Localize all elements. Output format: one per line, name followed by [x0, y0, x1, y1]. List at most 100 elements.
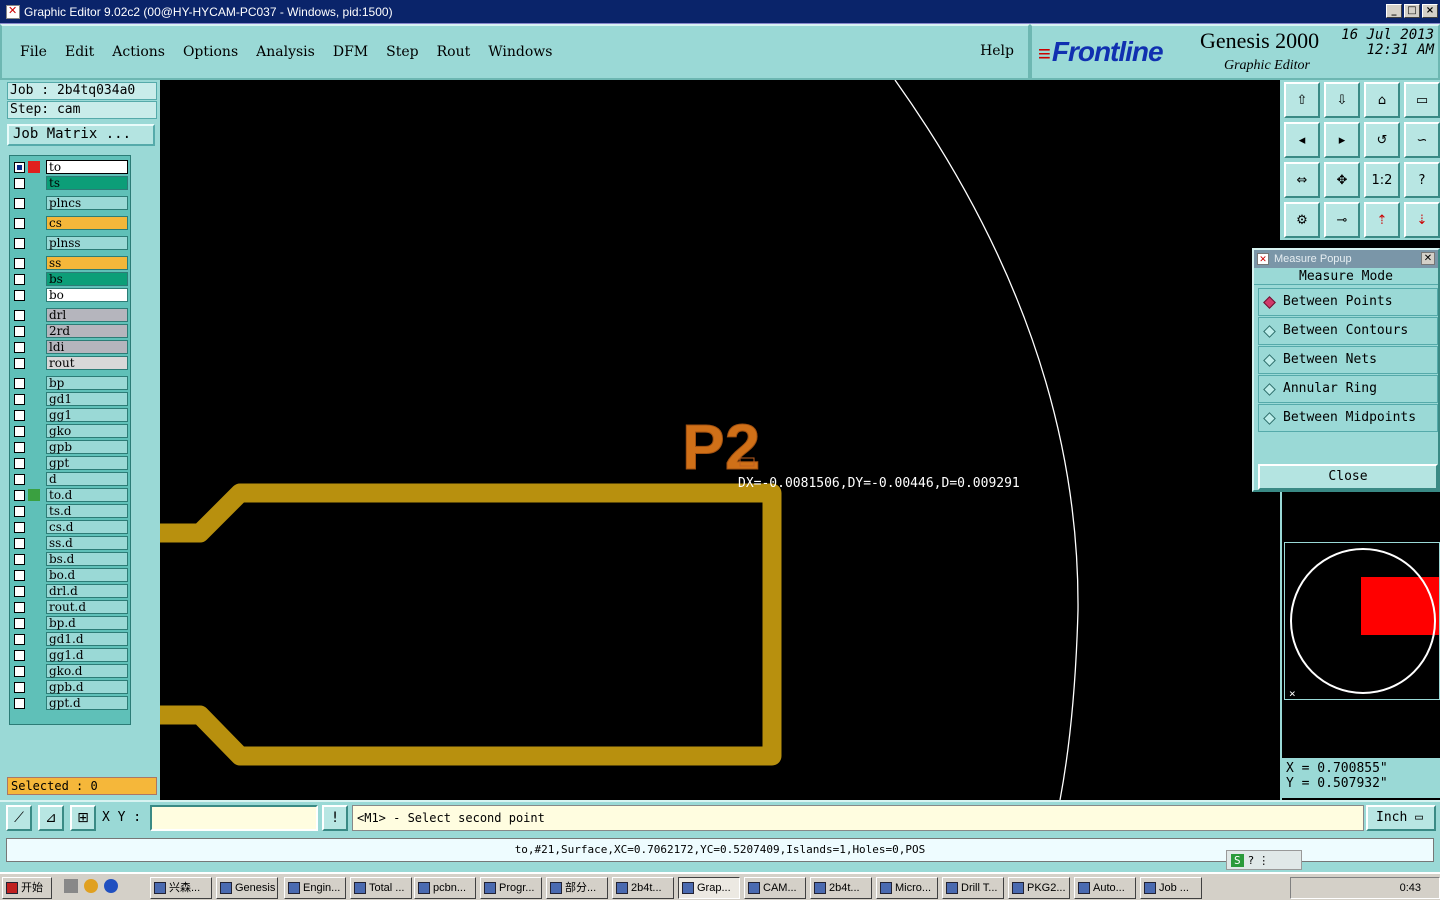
layer-name[interactable]: bp	[46, 376, 128, 390]
layer-name[interactable]: 2rd	[46, 324, 128, 338]
layer-name[interactable]: bo.d	[46, 568, 128, 582]
layer-name[interactable]: to	[46, 160, 128, 174]
taskbar-item[interactable]: Micro...	[876, 877, 938, 899]
layer-checkbox[interactable]	[14, 617, 25, 629]
layer-checkbox[interactable]	[14, 325, 25, 337]
layer-checkbox[interactable]	[14, 553, 25, 565]
alert-icon[interactable]: !	[322, 805, 348, 831]
layer-name[interactable]: ss	[46, 256, 128, 270]
layer-color-box[interactable]	[28, 377, 40, 389]
fit-icon[interactable]: ⇔	[1284, 162, 1320, 198]
layer-checkbox[interactable]	[14, 681, 25, 693]
layer-color-box[interactable]	[28, 665, 40, 677]
layer-up-icon[interactable]: ⇡	[1364, 202, 1400, 238]
house-icon[interactable]: ⌂	[1364, 82, 1400, 118]
layer-checkbox[interactable]	[14, 601, 25, 613]
layer-checkbox[interactable]	[14, 217, 25, 229]
undo-icon[interactable]: ↺	[1364, 122, 1400, 158]
layer-row-ldi[interactable]: ldi	[12, 340, 128, 354]
layer-down-icon[interactable]: ⇣	[1404, 202, 1440, 238]
menu-file[interactable]: File	[20, 44, 47, 60]
layer-color-box[interactable]	[28, 309, 40, 321]
layer-color-box[interactable]	[28, 457, 40, 469]
layer-checkbox[interactable]	[14, 341, 25, 353]
ime-toolbar[interactable]: S ? ⋮	[1226, 850, 1302, 870]
layer-row-bp[interactable]: bp	[12, 376, 128, 390]
pan-right-icon[interactable]: ▸	[1324, 122, 1360, 158]
layer-checkbox[interactable]	[14, 409, 25, 421]
layer-row-bo-d[interactable]: bo.d	[12, 568, 128, 582]
menu-rout[interactable]: Rout	[437, 44, 471, 60]
layer-checkbox[interactable]	[14, 489, 25, 501]
layer-color-box[interactable]	[28, 161, 40, 173]
menu-windows[interactable]: Windows	[488, 44, 552, 60]
layer-name[interactable]: gpb.d	[46, 680, 128, 694]
layer-color-box[interactable]	[28, 473, 40, 485]
measure-close-button[interactable]: Close	[1258, 464, 1438, 490]
layer-checkbox[interactable]	[14, 457, 25, 469]
menu-actions[interactable]: Actions	[112, 44, 165, 60]
minimize-button[interactable]: _	[1386, 4, 1402, 18]
layer-color-box[interactable]	[28, 177, 40, 189]
layer-name[interactable]: cs	[46, 216, 128, 230]
measure-option-between-midpoints[interactable]: Between Midpoints	[1258, 404, 1438, 432]
layer-color-box[interactable]	[28, 441, 40, 453]
layer-checkbox[interactable]	[14, 585, 25, 597]
scale-1-2-icon[interactable]: 1:2	[1364, 162, 1400, 198]
window-icon[interactable]: ▭	[1404, 82, 1440, 118]
layer-color-box[interactable]	[28, 585, 40, 597]
layer-color-box[interactable]	[28, 569, 40, 581]
layer-row-gpb-d[interactable]: gpb.d	[12, 680, 128, 694]
layer-row-plncs[interactable]: plncs	[12, 196, 128, 210]
layer-row-rout-d[interactable]: rout.d	[12, 600, 128, 614]
menu-analysis[interactable]: Analysis	[256, 44, 315, 60]
layer-checkbox[interactable]	[14, 521, 25, 533]
layer-checkbox[interactable]	[14, 393, 25, 405]
probe-icon[interactable]: ⊸	[1324, 202, 1360, 238]
layer-name[interactable]: to.d	[46, 488, 128, 502]
layer-row-gpt-d[interactable]: gpt.d	[12, 696, 128, 710]
layer-row-bs[interactable]: bs	[12, 272, 128, 286]
layer-checkbox[interactable]	[14, 177, 25, 189]
layer-checkbox[interactable]	[14, 377, 25, 389]
xy-input[interactable]	[150, 805, 318, 831]
taskbar-item[interactable]: PKG2...	[1008, 877, 1070, 899]
layer-checkbox[interactable]	[14, 441, 25, 453]
layer-name[interactable]: gko	[46, 424, 128, 438]
layer-color-box[interactable]	[28, 289, 40, 301]
layer-color-box[interactable]	[28, 505, 40, 517]
layer-color-box[interactable]	[28, 257, 40, 269]
layer-checkbox[interactable]	[14, 633, 25, 645]
tools-icon[interactable]: ⚙	[1284, 202, 1320, 238]
taskbar-item[interactable]: Progr...	[480, 877, 542, 899]
layer-name[interactable]: bo	[46, 288, 128, 302]
layer-checkbox[interactable]	[14, 273, 25, 285]
layer-row-gg1[interactable]: gg1	[12, 408, 128, 422]
layer-name[interactable]: gpt	[46, 456, 128, 470]
layer-name[interactable]: d	[46, 472, 128, 486]
layer-row-cs[interactable]: cs	[12, 216, 128, 230]
layer-color-box[interactable]	[28, 521, 40, 533]
menu-edit[interactable]: Edit	[65, 44, 94, 60]
taskbar-item[interactable]: 2b4t...	[810, 877, 872, 899]
layer-row-cs-d[interactable]: cs.d	[12, 520, 128, 534]
layer-color-box[interactable]	[28, 273, 40, 285]
layer-name[interactable]: bs.d	[46, 552, 128, 566]
zoom-to-icon[interactable]: ⇩	[1324, 82, 1360, 118]
taskbar-item[interactable]: 部分...	[546, 877, 608, 899]
layer-checkbox[interactable]	[14, 569, 25, 581]
layer-name[interactable]: gpb	[46, 440, 128, 454]
layer-color-box[interactable]	[28, 357, 40, 369]
layer-color-box[interactable]	[28, 217, 40, 229]
overview-map[interactable]: ×	[1284, 542, 1440, 700]
ime-help-icon[interactable]: ?	[1248, 854, 1255, 867]
layer-name[interactable]: ldi	[46, 340, 128, 354]
line-tool-icon[interactable]: ⟋	[6, 805, 32, 831]
layer-name[interactable]: rout	[46, 356, 128, 370]
layer-color-box[interactable]	[28, 341, 40, 353]
layer-row-to-d[interactable]: to.d	[12, 488, 128, 502]
layer-name[interactable]: cs.d	[46, 520, 128, 534]
layer-name[interactable]: plnss	[46, 236, 128, 250]
layer-checkbox[interactable]	[14, 257, 25, 269]
layer-color-box[interactable]	[28, 649, 40, 661]
